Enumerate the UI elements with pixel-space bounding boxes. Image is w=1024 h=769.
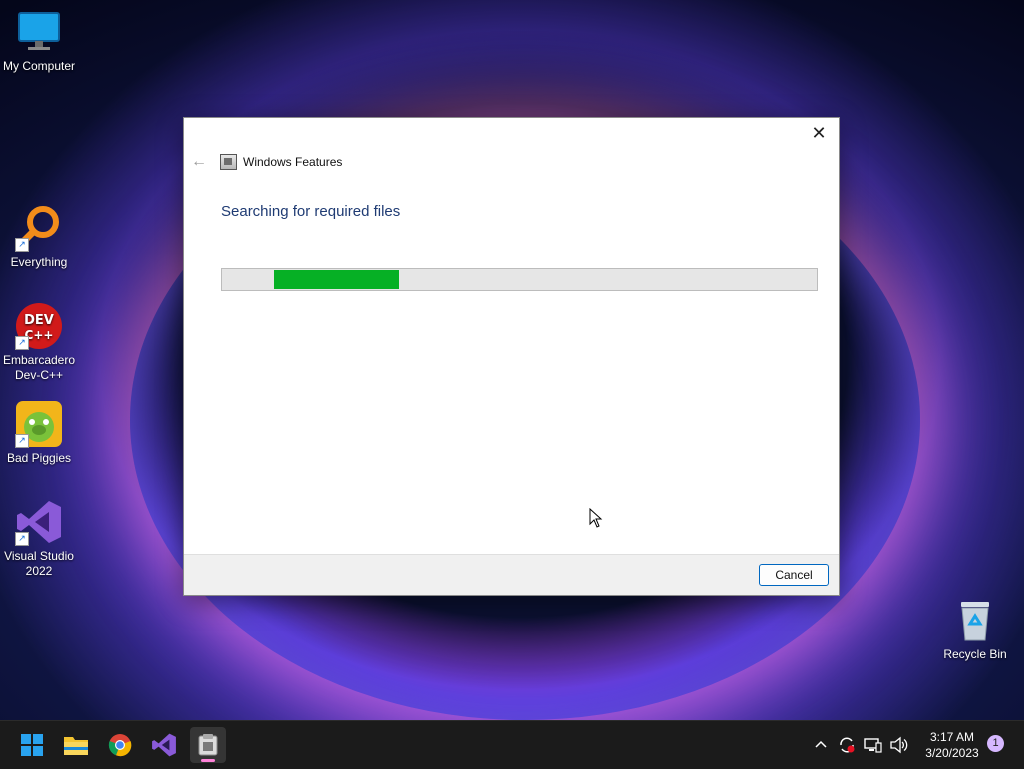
clock-date: 3/20/2023 (925, 746, 979, 760)
desktop-icon-label: My Computer (2, 59, 76, 73)
sync-icon[interactable] (837, 721, 857, 769)
start-button[interactable] (14, 727, 50, 763)
notification-badge[interactable]: 1 (987, 735, 1004, 752)
taskbar: 3:17 AM 3/20/2023 (0, 720, 1024, 769)
taskbar-file-explorer[interactable] (58, 727, 94, 763)
dev-cpp-icon: DEV C++ ↗ (15, 302, 63, 350)
windows-features-dialog: ✕ ← Windows Features Searching for requi… (183, 117, 840, 596)
status-heading: Searching for required files (221, 203, 401, 220)
desktop-icon-label: Bad Piggies (6, 451, 72, 465)
desktop-icon-bad-piggies[interactable]: ↗ Bad Piggies (0, 400, 78, 466)
dialog-title: Windows Features (243, 155, 343, 169)
svg-text:DEV: DEV (24, 313, 54, 328)
bad-piggies-icon: ↗ (15, 400, 63, 448)
desktop-icon-label: Visual Studio 2022 (4, 549, 74, 578)
desktop-icon-label: Embarcadero Dev-C++ (2, 353, 76, 382)
taskbar-windows-features[interactable] (190, 727, 226, 763)
shortcut-arrow-icon: ↗ (15, 238, 29, 252)
visual-studio-icon (152, 733, 176, 757)
network-icon[interactable] (864, 721, 882, 769)
chrome-icon (108, 734, 132, 757)
desktop-icon-dev-cpp[interactable]: DEV C++ ↗ Embarcadero Dev-C++ (0, 302, 78, 383)
back-arrow-icon[interactable]: ← (191, 153, 211, 171)
taskbar-chrome[interactable] (102, 727, 138, 763)
desktop-icon-label: Everything (10, 255, 68, 269)
windows-features-icon (220, 154, 237, 170)
shortcut-arrow-icon: ↗ (15, 434, 29, 448)
shortcut-arrow-icon: ↗ (15, 336, 29, 350)
dialog-title-row: Windows Features (220, 154, 342, 170)
active-indicator (201, 759, 215, 762)
desktop-icon-visual-studio[interactable]: ↗ Visual Studio 2022 (0, 498, 78, 579)
folder-icon (64, 737, 88, 755)
recycle-bin-icon (951, 596, 999, 644)
windows-logo-icon (21, 734, 43, 756)
desktop-icon-my-computer[interactable]: My Computer (0, 8, 78, 74)
clock-time: 3:17 AM (929, 730, 975, 744)
monitor-icon (15, 8, 63, 56)
windows-features-icon (198, 734, 218, 756)
show-hidden-icons-chevron-icon[interactable] (813, 721, 829, 769)
cancel-button[interactable]: Cancel (759, 564, 829, 586)
progress-bar (221, 268, 818, 291)
progress-bar-fill (274, 270, 399, 289)
magnifier-icon: ↗ (15, 204, 63, 252)
desktop-icon-recycle-bin[interactable]: Recycle Bin (936, 596, 1014, 662)
shortcut-arrow-icon: ↗ (15, 532, 29, 546)
dialog-footer: Cancel (184, 554, 839, 595)
taskbar-visual-studio[interactable] (146, 727, 182, 763)
close-button[interactable]: ✕ (805, 122, 833, 144)
desktop-icon-everything[interactable]: ↗ Everything (0, 204, 78, 270)
system-clock[interactable]: 3:17 AM 3/20/2023 (912, 729, 992, 761)
visual-studio-icon: ↗ (15, 498, 63, 546)
volume-icon[interactable] (889, 721, 909, 769)
desktop-icon-label: Recycle Bin (943, 647, 1007, 661)
